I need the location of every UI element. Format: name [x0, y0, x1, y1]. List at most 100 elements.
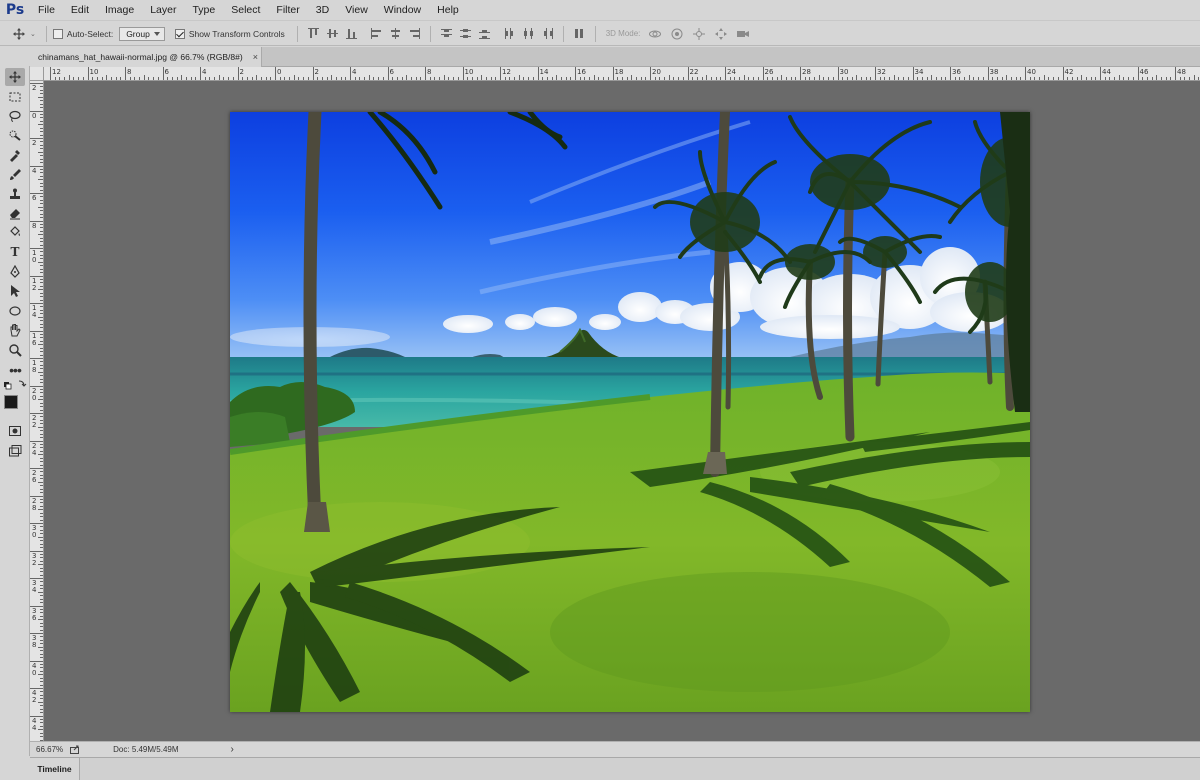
- distribute-left-icon[interactable]: [503, 27, 516, 40]
- ruler-minor-tick: [38, 124, 43, 126]
- align-bottom-edges-icon[interactable]: [345, 27, 358, 40]
- distribute-right-icon[interactable]: [541, 27, 554, 40]
- menu-edit[interactable]: Edit: [63, 4, 97, 16]
- distribute-vertical-centers-icon[interactable]: [459, 27, 472, 40]
- lasso-tool-icon[interactable]: [5, 107, 25, 125]
- ruler-major-tick: [800, 67, 801, 80]
- more-tools-icon[interactable]: •••: [5, 361, 25, 379]
- ruler-minor-tick: [560, 77, 562, 80]
- clone-stamp-tool-icon[interactable]: [5, 185, 25, 203]
- ruler-minor-tick: [242, 77, 244, 80]
- ruler-minor-tick: [1123, 77, 1125, 80]
- ruler-minor-tick: [40, 602, 43, 604]
- hand-tool-icon[interactable]: [5, 321, 25, 339]
- show-transform-checkbox[interactable]: [174, 28, 185, 39]
- zoom-level[interactable]: 66.67%: [36, 745, 63, 754]
- distribute-horizontal-centers-icon[interactable]: [522, 27, 535, 40]
- quick-selection-tool-icon[interactable]: [5, 126, 25, 144]
- align-left-edges-icon[interactable]: [370, 27, 383, 40]
- timeline-tab[interactable]: Timeline: [30, 758, 80, 780]
- menu-help[interactable]: Help: [429, 4, 467, 16]
- ruler-major-tick: [387, 67, 389, 80]
- ruler-minor-tick: [38, 674, 43, 676]
- ruler-minor-tick: [392, 77, 394, 80]
- ruler-minor-tick: [40, 595, 43, 597]
- move-tool-preset-icon[interactable]: [12, 27, 26, 41]
- auto-select-dropdown[interactable]: Group: [119, 26, 165, 41]
- ruler-minor-tick: [195, 77, 197, 80]
- ruler-minor-tick: [771, 77, 773, 80]
- paint-bucket-tool-icon[interactable]: [5, 223, 25, 241]
- 3d-orbit-icon[interactable]: [648, 27, 662, 41]
- ruler-minor-tick: [804, 77, 806, 80]
- align-right-edges-icon[interactable]: [408, 27, 421, 40]
- distribute-bottom-icon[interactable]: [478, 27, 491, 40]
- menu-3d[interactable]: 3D: [308, 4, 337, 16]
- brush-tool-icon[interactable]: [5, 166, 25, 184]
- ruler-top-label: 32: [877, 68, 886, 76]
- align-horizontal-centers-icon[interactable]: [389, 27, 402, 40]
- ruler-minor-tick: [664, 77, 666, 80]
- auto-align-layers-icon[interactable]: [573, 27, 586, 40]
- menu-file[interactable]: File: [30, 4, 63, 16]
- ruler-minor-tick: [1193, 75, 1195, 80]
- ruler-minor-tick: [556, 75, 558, 80]
- menu-type[interactable]: Type: [184, 4, 223, 16]
- foreground-color-swatch[interactable]: [4, 395, 18, 409]
- document-tab[interactable]: chinamans_hat_hawaii-normal.jpg @ 66.7% …: [30, 47, 262, 67]
- move-tool-icon[interactable]: [5, 68, 25, 86]
- document-image[interactable]: [230, 112, 1030, 712]
- ruler-minor-tick: [153, 77, 155, 80]
- marquee-tool-icon[interactable]: [5, 88, 25, 106]
- quick-mask-icon[interactable]: [5, 422, 25, 440]
- ruler-left[interactable]: 2 0 2 4 6 8 1 0 1 2 1 4 1 6 1 8 2 0 2 2 2 4 2 6 2 8 3 0 3…: [30, 81, 44, 741]
- menu-select[interactable]: Select: [223, 4, 268, 16]
- chevron-down-icon[interactable]: ⌄: [30, 30, 36, 38]
- swap-colors-icon[interactable]: [3, 379, 27, 391]
- menu-view[interactable]: View: [337, 4, 376, 16]
- menu-layer[interactable]: Layer: [142, 4, 184, 16]
- 3d-camera-icon[interactable]: [736, 27, 750, 41]
- ruler-minor-tick: [814, 77, 816, 80]
- ruler-minor-tick: [40, 543, 43, 545]
- 3d-slide-icon[interactable]: [714, 27, 728, 41]
- ruler-minor-tick: [40, 217, 43, 219]
- align-top-edges-icon[interactable]: [307, 27, 320, 40]
- ruler-minor-tick: [710, 77, 712, 80]
- auto-select-checkbox[interactable]: [52, 28, 63, 39]
- close-icon[interactable]: ×: [253, 52, 258, 62]
- screen-mode-icon[interactable]: [5, 442, 25, 460]
- type-tool-icon[interactable]: T: [5, 243, 25, 261]
- eyedropper-tool-icon[interactable]: [5, 146, 25, 164]
- ruler-minor-tick: [532, 77, 534, 80]
- 3d-roll-icon[interactable]: [670, 27, 684, 41]
- ellipse-tool-icon[interactable]: [5, 302, 25, 320]
- menu-filter[interactable]: Filter: [268, 4, 307, 16]
- ruler-top-label: 48: [1177, 68, 1186, 76]
- ruler-minor-tick: [209, 77, 211, 80]
- align-vertical-centers-icon[interactable]: [326, 27, 339, 40]
- eraser-tool-icon[interactable]: [5, 204, 25, 222]
- status-arrow-icon[interactable]: ›: [231, 744, 234, 755]
- path-selection-tool-icon[interactable]: [5, 282, 25, 300]
- ruler-left-label: 2: [32, 84, 37, 92]
- ruler-minor-tick: [954, 77, 956, 80]
- canvas-area[interactable]: [44, 81, 1200, 741]
- ruler-minor-tick: [471, 77, 473, 80]
- 3d-pan-icon[interactable]: [692, 27, 706, 41]
- ruler-corner[interactable]: [30, 67, 44, 81]
- menu-window[interactable]: Window: [376, 4, 429, 16]
- zoom-tool-icon[interactable]: [5, 341, 25, 359]
- pen-tool-icon[interactable]: [5, 263, 25, 281]
- ruler-minor-tick: [40, 416, 43, 418]
- ruler-minor-tick: [38, 371, 43, 373]
- ruler-minor-tick: [303, 77, 305, 80]
- ruler-top[interactable]: 12 10 8 6 4 2 0 2 4 6 8 10 12 14 16 18 20 22 24 26 28 30 32 34 3…: [44, 67, 1200, 81]
- ruler-minor-tick: [40, 708, 43, 710]
- ruler-minor-tick: [921, 77, 923, 80]
- ruler-minor-tick: [1170, 77, 1172, 80]
- share-icon[interactable]: [69, 744, 81, 754]
- distribute-top-icon[interactable]: [440, 27, 453, 40]
- ruler-minor-tick: [809, 77, 811, 80]
- menu-image[interactable]: Image: [97, 4, 142, 16]
